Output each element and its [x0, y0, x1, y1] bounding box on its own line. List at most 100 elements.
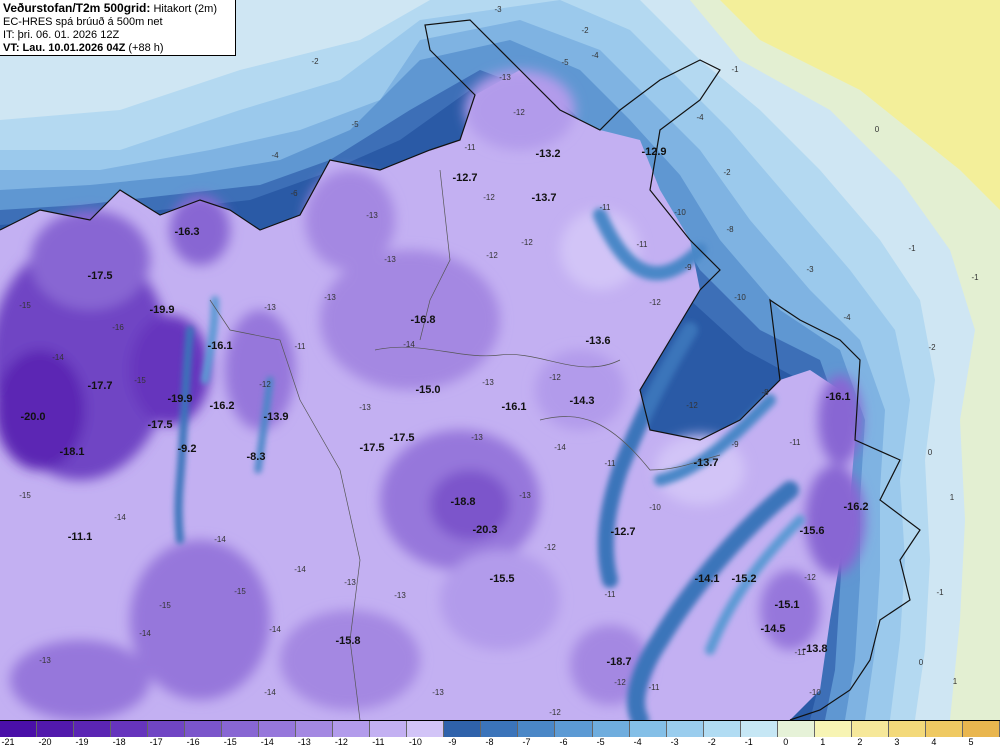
isoline-label: -11 — [600, 203, 612, 212]
temperature-value-label: -13.9 — [263, 411, 288, 423]
legend-tick-label: 3 — [894, 737, 900, 747]
header-valid-line: VT: Lau. 10.01.2026 04Z (+88 h) — [3, 42, 232, 55]
legend-swatch — [666, 721, 704, 737]
legend-tick-label: -19 — [75, 737, 89, 747]
isoline-label: -14 — [554, 443, 566, 452]
isoline-label: -13 — [384, 255, 396, 264]
isoline-label: -10 — [649, 503, 661, 512]
legend-swatch — [111, 721, 149, 737]
legend-tick-label: 0 — [783, 737, 789, 747]
legend-swatch — [962, 721, 1000, 737]
isoline-label: -13 — [264, 303, 276, 312]
isoline-label: -13 — [482, 378, 494, 387]
temperature-value-label: -16.1 — [207, 340, 232, 352]
temperature-value-label: -13.2 — [535, 148, 560, 160]
temperature-value-label: -20.0 — [20, 411, 45, 423]
temperature-value-label: -13.8 — [802, 643, 827, 655]
legend-swatch — [333, 721, 371, 737]
temperature-value-label: -20.3 — [472, 524, 497, 536]
isoline-label: -14 — [294, 565, 306, 574]
legend-tick-label: -3 — [670, 737, 679, 747]
legend-swatch — [37, 721, 75, 737]
legend-swatch — [851, 721, 889, 737]
isoline-label: -3 — [806, 265, 814, 274]
isoline-label: -10 — [674, 208, 686, 217]
isoline-label: -12 — [513, 108, 525, 117]
temperature-value-label: -17.5 — [359, 442, 384, 454]
isoline-label: -4 — [843, 313, 851, 322]
header-init-time: IT: þri. 06. 01. 2026 12Z — [3, 29, 120, 41]
legend-swatch — [629, 721, 667, 737]
temperature-value-label: -11.1 — [68, 531, 92, 543]
header-model: EC-HRES spá brúuð á 500m net — [3, 16, 163, 28]
isoline-label: -5 — [561, 58, 569, 67]
legend-tick-label: -11 — [372, 737, 385, 747]
temperature-value-label: -16.8 — [410, 314, 435, 326]
isoline-label: -4 — [591, 51, 599, 60]
temperature-value-label: -13.7 — [531, 192, 556, 204]
temperature-value-label: -18.8 — [450, 496, 475, 508]
isoline-label: -8 — [761, 388, 769, 397]
header-valid-time: VT: Lau. 10.01.2026 04Z — [3, 42, 126, 54]
temperature-value-label: -15.2 — [731, 573, 756, 585]
temperature-value-label: -17.5 — [389, 432, 414, 444]
legend-swatch — [814, 721, 852, 737]
header-title-line: Veðurstofan/T2m 500grid: Hitakort (2m) — [3, 2, 232, 16]
temperature-value-label: -15.1 — [774, 599, 799, 611]
isoline-label: -4 — [696, 113, 704, 122]
temperature-value-label: -15.0 — [415, 384, 440, 396]
legend-ticks: -21 -20 -19 -18 -17 -16 -15 -14 -13 -12 -11 -10 -9 -8… — [0, 737, 1000, 748]
isoline-label: -15 — [134, 376, 146, 385]
isoline-label: -15 — [19, 301, 31, 310]
isoline-label: -12 — [544, 543, 556, 552]
legend-tick-label: -5 — [596, 737, 605, 747]
isoline-label: -10 — [809, 688, 821, 697]
isoline-label: -10 — [734, 293, 746, 302]
temperature-value-label: -18.1 — [59, 446, 84, 458]
isoline-label: -15 — [234, 587, 246, 596]
temperature-value-label: -16.1 — [501, 401, 526, 413]
header-subtitle: Hitakort (2m) — [153, 3, 217, 15]
color-legend: -21 -20 -19 -18 -17 -16 -15 -14 -13 -12 -11 -10 -9 -8… — [0, 720, 1000, 748]
isoline-label: -13 — [499, 73, 511, 82]
isoline-label: -5 — [351, 120, 359, 129]
isoline-label: -13 — [471, 433, 483, 442]
isoline-label: 0 — [928, 448, 933, 457]
legend-tick-label: -8 — [485, 737, 494, 747]
temperature-value-label: -13.7 — [693, 457, 718, 469]
isoline-label: -9 — [684, 263, 692, 272]
isoline-label: -13 — [359, 403, 371, 412]
legend-swatch — [296, 721, 334, 737]
isoline-label: -12 — [549, 708, 561, 717]
temperature-value-label: -12.7 — [452, 172, 477, 184]
isoline-label: 1 — [950, 493, 955, 502]
map-header: Veðurstofan/T2m 500grid: Hitakort (2m) E… — [0, 0, 236, 56]
temperature-value-label: -13.6 — [585, 335, 610, 347]
temperature-value-label: -16.2 — [843, 501, 868, 513]
isoline-label: -13 — [366, 211, 378, 220]
legend-tick-label: 1 — [820, 737, 826, 747]
legend-swatch — [888, 721, 926, 737]
temperature-value-label: -17.5 — [87, 270, 112, 282]
isoline-label: -11 — [295, 342, 307, 351]
isoline-label: -4 — [271, 151, 279, 160]
legend-swatch — [925, 721, 963, 737]
isoline-label: -14 — [403, 340, 415, 349]
legend-tick-label: -13 — [297, 737, 311, 747]
legend-tick-label: -14 — [260, 737, 274, 747]
temperature-value-label: -14.5 — [760, 623, 785, 635]
legend-swatch — [555, 721, 593, 737]
isoline-label: 0 — [875, 125, 880, 134]
isoline-label: -12 — [549, 373, 561, 382]
legend-tick-label: 4 — [931, 737, 937, 747]
legend-tick-label: -16 — [186, 737, 200, 747]
isoline-label: -9 — [731, 440, 739, 449]
isoline-label: -2 — [581, 26, 589, 35]
temperature-value-label: -8.3 — [247, 451, 266, 463]
temperature-value-label: -14.1 — [694, 573, 719, 585]
temperature-map[interactable]: -2-5-4-6-3-2-4-5-1-40-2-1-3-4-20-1101-1-… — [0, 0, 1000, 720]
legend-swatch — [185, 721, 223, 737]
isoline-label: -2 — [723, 168, 731, 177]
isoline-label: -14 — [264, 688, 276, 697]
legend-swatch — [148, 721, 186, 737]
